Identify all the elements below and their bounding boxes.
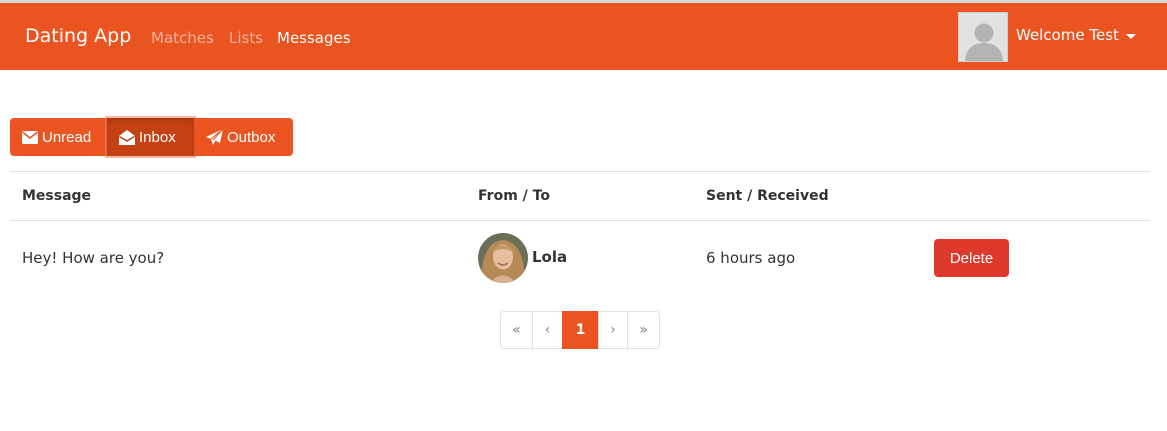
inbox-button-label: Inbox: [139, 128, 176, 146]
envelope-icon: [22, 130, 38, 144]
nav-link-matches[interactable]: Matches: [151, 29, 214, 47]
nav-link-messages[interactable]: Messages: [277, 29, 351, 47]
sender-photo: [478, 233, 528, 283]
outbox-button-label: Outbox: [227, 128, 276, 146]
nav-link-lists[interactable]: Lists: [229, 29, 263, 47]
table-header-border: [10, 220, 1150, 221]
chevron-down-icon[interactable]: [1126, 34, 1136, 39]
pagination: « ‹ 1 › »: [500, 311, 660, 349]
user-menu-toggle[interactable]: Welcome Test: [1016, 26, 1119, 44]
sender-name[interactable]: Lola: [532, 248, 567, 266]
outbox-button[interactable]: Outbox: [194, 118, 293, 156]
pagination-last[interactable]: »: [627, 311, 660, 349]
table-row-end: [10, 295, 1150, 296]
pagination-prev[interactable]: ‹: [532, 311, 563, 349]
user-avatar[interactable]: [958, 12, 1008, 62]
column-header-sent-received: Sent / Received: [706, 188, 829, 204]
pagination-page-1[interactable]: 1: [562, 311, 599, 349]
sent-time: 6 hours ago: [706, 249, 796, 267]
column-header-message: Message: [22, 188, 92, 204]
column-header-from-to: From / To: [478, 188, 550, 204]
pagination-first[interactable]: «: [500, 311, 533, 349]
inbox-button[interactable]: Inbox: [107, 118, 194, 156]
delete-button[interactable]: Delete: [934, 239, 1009, 277]
unread-button-label: Unread: [42, 128, 92, 146]
table-top-border: [10, 171, 1150, 172]
message-filter-group: Unread Inbox Outbox: [10, 118, 293, 156]
user-placeholder-icon: [959, 13, 1007, 61]
pagination-next[interactable]: ›: [598, 311, 628, 349]
brand-link[interactable]: Dating App: [25, 25, 131, 47]
envelope-open-icon: [119, 129, 135, 145]
message-content: Hey! How are you?: [22, 249, 165, 267]
paper-plane-icon: [206, 129, 223, 145]
top-navbar: Dating App Matches Lists Messages Welcom…: [0, 3, 1167, 70]
unread-button[interactable]: Unread: [10, 118, 107, 156]
